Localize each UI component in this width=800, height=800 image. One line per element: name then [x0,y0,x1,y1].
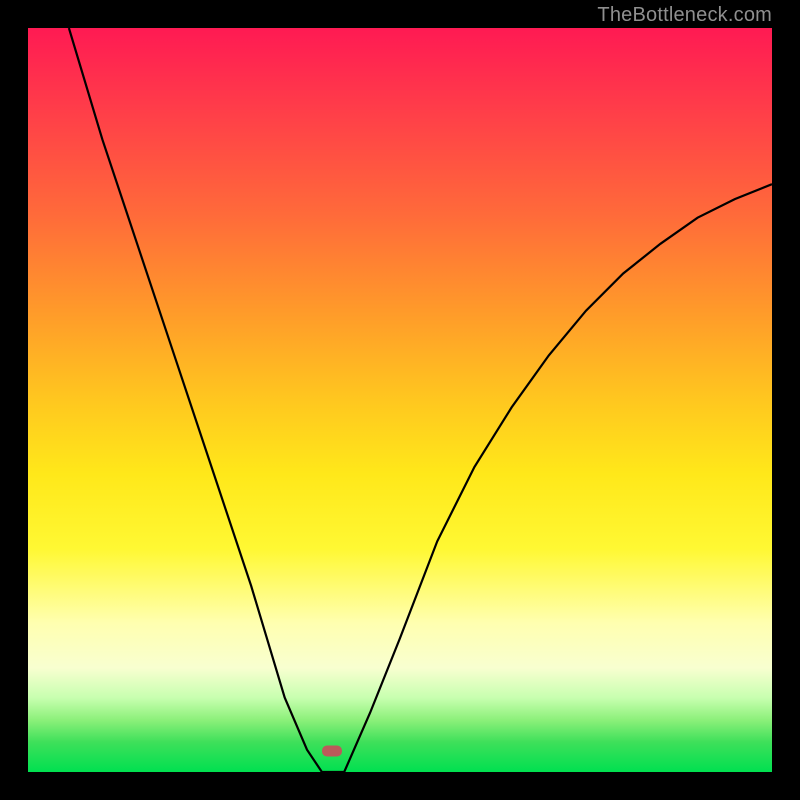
plot-area [28,28,772,772]
curve-path [69,28,772,772]
watermark-text: TheBottleneck.com [597,4,772,27]
optimum-marker [322,746,342,757]
bottleneck-curve [28,28,772,772]
chart-frame: TheBottleneck.com [0,0,800,800]
